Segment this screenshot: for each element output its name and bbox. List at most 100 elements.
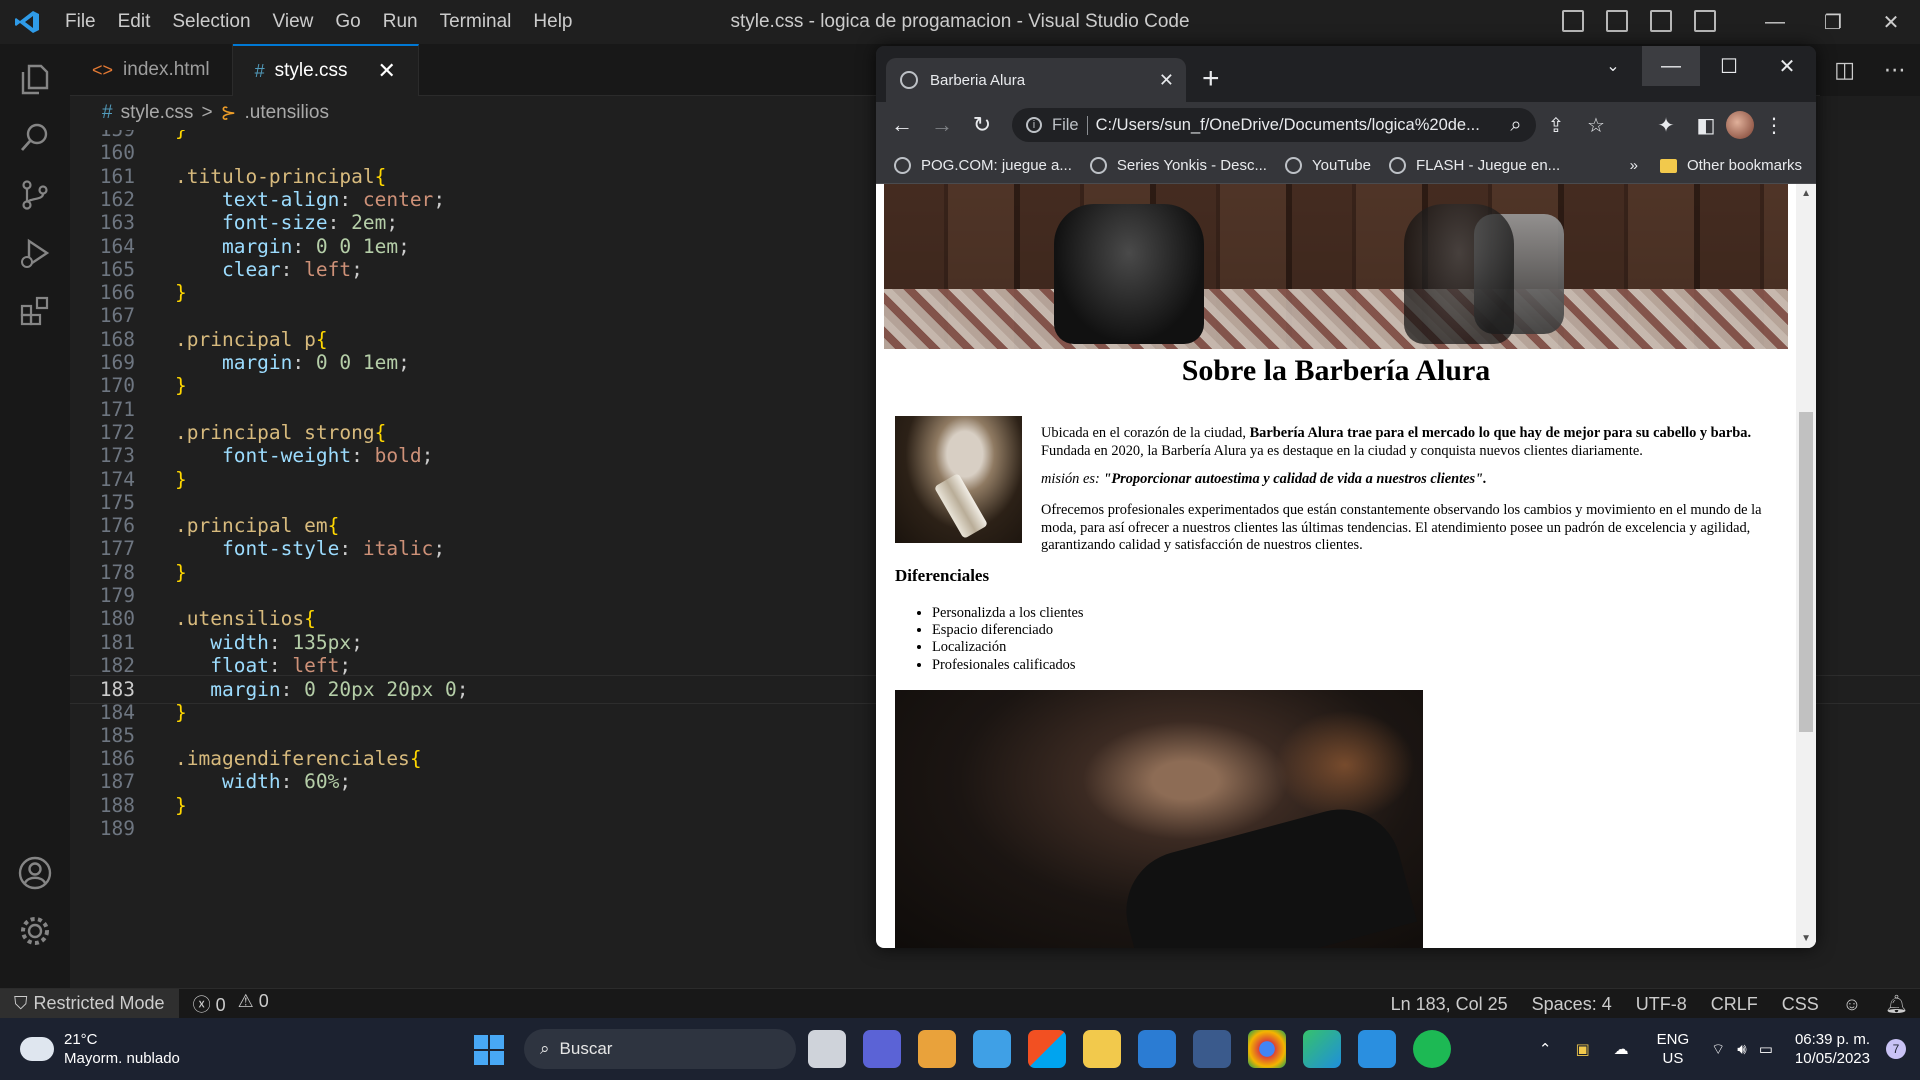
menu-edit[interactable]: Edit: [107, 11, 162, 33]
mission-text: "Proporcionar autoestima y calidad de vi…: [1103, 471, 1487, 487]
other-bookmarks[interactable]: » Other bookmarks: [1630, 157, 1802, 174]
language-indicator[interactable]: ENG US: [1657, 1030, 1690, 1068]
omnibox-actions: ⌕ ⇪ ☆: [1496, 108, 1616, 142]
extensions-puzzle-icon[interactable]: ✦: [1646, 113, 1686, 138]
account-icon[interactable]: [0, 844, 70, 902]
search-icon[interactable]: [0, 108, 70, 166]
notepad-icon[interactable]: [973, 1030, 1011, 1068]
browser-tab[interactable]: Barberia Alura ✕: [886, 58, 1186, 102]
minimize-button[interactable]: —: [1746, 0, 1804, 44]
clock[interactable]: 06:39 p. m. 10/05/2023: [1795, 1030, 1870, 1068]
browser-maximize-button[interactable]: ☐: [1700, 46, 1758, 86]
browser-close-button[interactable]: ✕: [1758, 46, 1816, 86]
clock-time: 06:39 p. m.: [1794, 1031, 1870, 1048]
menu-terminal[interactable]: Terminal: [429, 11, 523, 33]
page-scrollbar[interactable]: ▲ ▼: [1796, 184, 1816, 948]
store-icon[interactable]: [1028, 1030, 1066, 1068]
language-mode[interactable]: CSS: [1770, 994, 1831, 1015]
close-tab-icon[interactable]: ✕: [1159, 70, 1174, 91]
chrome-menu-icon[interactable]: ⋮: [1754, 113, 1794, 138]
app-icon[interactable]: [918, 1030, 956, 1068]
forward-icon[interactable]: →: [922, 112, 962, 138]
menu-file[interactable]: File: [54, 11, 107, 33]
zoom-icon[interactable]: ⌕: [1496, 114, 1536, 137]
web-page-viewport[interactable]: Sobre la Barbería Alura Ubicada en el co…: [876, 184, 1816, 948]
split-editor-icon[interactable]: ◫: [1834, 57, 1855, 83]
onedrive-cloud-icon[interactable]: ☁: [1614, 1040, 1629, 1058]
toggle-primary-sidebar-icon[interactable]: [1562, 10, 1584, 32]
bookmark-item[interactable]: FLASH - Juegue en...: [1388, 157, 1560, 174]
taskbar-search[interactable]: ⌕ Buscar: [524, 1029, 796, 1069]
battery-icon[interactable]: ▭: [1759, 1040, 1773, 1058]
menu-selection[interactable]: Selection: [161, 11, 261, 33]
vscode-app-icon[interactable]: [1358, 1030, 1396, 1068]
barber-cape: [1112, 795, 1418, 948]
bookmark-star-icon[interactable]: ☆: [1576, 113, 1616, 138]
source-control-icon[interactable]: [0, 166, 70, 224]
weather-widget[interactable]: 21°C Mayorm. nublado: [16, 1030, 180, 1068]
menu-go[interactable]: Go: [324, 11, 371, 33]
bookmarks-overflow-icon[interactable]: »: [1630, 157, 1638, 174]
taskbar-apps: [808, 1030, 1451, 1068]
restore-button[interactable]: ❐: [1804, 0, 1862, 44]
tab-index-html[interactable]: <> index.html: [70, 44, 233, 96]
toggle-secondary-sidebar-icon[interactable]: [1650, 10, 1672, 32]
address-bar[interactable]: i File C:/Users/sun_f/OneDrive/Documents…: [1012, 108, 1536, 142]
back-icon[interactable]: ←: [882, 112, 922, 138]
problems-indicator[interactable]: ⓧ 0 ⚠ 0: [193, 991, 269, 1017]
breadcrumb-file[interactable]: style.css: [121, 102, 194, 124]
cloudy-weather-icon: [16, 1031, 54, 1061]
scrollbar-thumb[interactable]: [1799, 412, 1813, 732]
run-debug-icon[interactable]: [0, 224, 70, 282]
app-icon[interactable]: [1138, 1030, 1176, 1068]
chat-app-icon[interactable]: [863, 1030, 901, 1068]
notification-badge[interactable]: 7: [1886, 1039, 1906, 1059]
wifi-icon[interactable]: ⌔: [1711, 1040, 1725, 1059]
bookmark-item[interactable]: Series Yonkis - Desc...: [1089, 157, 1267, 174]
tab-style-css[interactable]: # style.css ✕: [232, 44, 419, 96]
restricted-mode-indicator[interactable]: ⛉ Restricted Mode: [0, 988, 179, 1019]
extensions-icon[interactable]: [0, 282, 70, 340]
menu-run[interactable]: Run: [372, 11, 429, 33]
browser-minimize-button[interactable]: —: [1642, 46, 1700, 86]
encoding[interactable]: UTF-8: [1624, 994, 1699, 1015]
toggle-panel-icon[interactable]: [1606, 10, 1628, 32]
settings-gear-icon[interactable]: [0, 902, 70, 960]
tab-search-icon[interactable]: ⌄: [1584, 46, 1642, 86]
profile-avatar[interactable]: [1726, 111, 1754, 139]
spotify-app-icon[interactable]: [1413, 1030, 1451, 1068]
menu-help[interactable]: Help: [522, 11, 583, 33]
end-of-line[interactable]: CRLF: [1699, 994, 1770, 1015]
feedback-icon[interactable]: ☺: [1831, 994, 1873, 1015]
cursor-position[interactable]: Ln 183, Col 25: [1379, 994, 1520, 1015]
volume-icon[interactable]: 🔊︎: [1737, 1041, 1746, 1058]
more-actions-icon[interactable]: ⋯: [1884, 57, 1906, 83]
edge-app-icon[interactable]: [1303, 1030, 1341, 1068]
side-panel-icon[interactable]: ◧: [1686, 113, 1726, 138]
reload-icon[interactable]: ↻: [962, 112, 1002, 138]
bookmark-item[interactable]: YouTube: [1284, 157, 1371, 174]
bookmark-item[interactable]: POG.COM: juegue a...: [894, 157, 1072, 174]
close-button[interactable]: ✕: [1862, 0, 1920, 44]
file-explorer-icon[interactable]: [1083, 1030, 1121, 1068]
explorer-icon[interactable]: [0, 50, 70, 108]
globe-icon: [1388, 157, 1406, 174]
info-icon[interactable]: i: [1026, 117, 1042, 133]
indentation[interactable]: Spaces: 4: [1520, 994, 1624, 1015]
show-hidden-icons-icon[interactable]: ⌃: [1539, 1040, 1552, 1058]
app-icon[interactable]: [1193, 1030, 1231, 1068]
notifications-bell-icon[interactable]: 🔔︎: [1873, 994, 1920, 1015]
share-icon[interactable]: ⇪: [1536, 113, 1576, 138]
breadcrumb-symbol[interactable]: .utensilios: [244, 102, 329, 124]
scroll-up-icon[interactable]: ▲: [1801, 188, 1811, 199]
customize-layout-icon[interactable]: [1694, 10, 1716, 32]
menu-view[interactable]: View: [262, 11, 325, 33]
new-tab-button[interactable]: +: [1202, 62, 1220, 96]
start-button[interactable]: [474, 1035, 504, 1065]
scroll-down-icon[interactable]: ▼: [1801, 933, 1811, 944]
css-file-icon: #: [254, 60, 265, 81]
close-tab-icon[interactable]: ✕: [378, 58, 396, 84]
chrome-app-icon[interactable]: [1248, 1030, 1286, 1068]
tray-app-icon[interactable]: ▣: [1575, 1040, 1589, 1058]
task-view-icon[interactable]: [808, 1030, 846, 1068]
